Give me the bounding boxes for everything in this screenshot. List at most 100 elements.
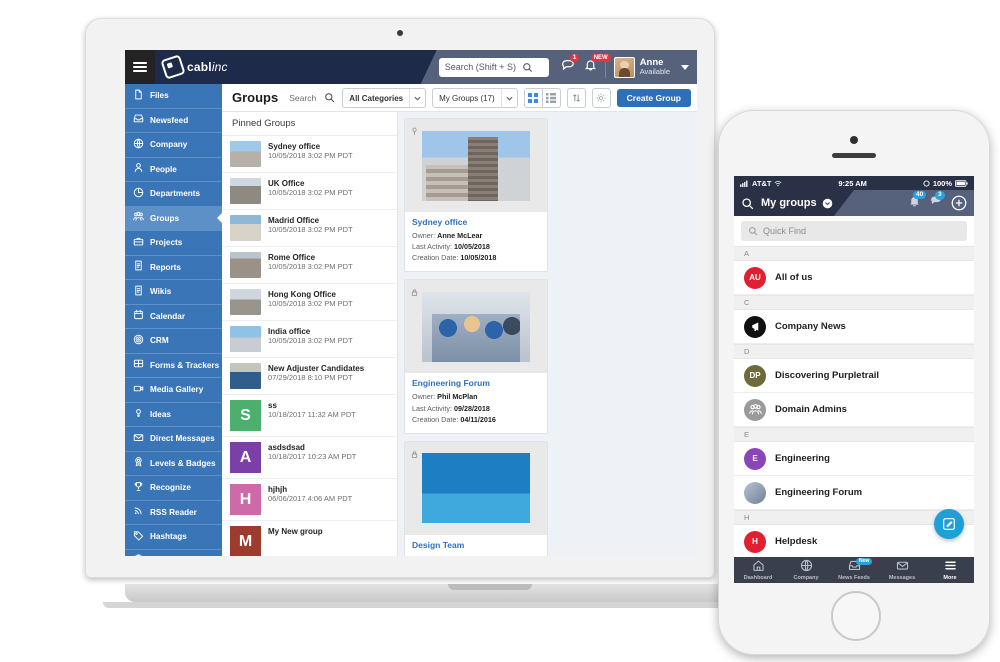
group-thumbnail — [230, 215, 261, 241]
pinned-group-item[interactable]: India office 10/05/2018 3:02 PM PDT — [222, 321, 397, 358]
phone-tab-dashboard[interactable]: Dashboard — [734, 557, 782, 583]
phone-group-item[interactable]: AU All of us — [734, 261, 974, 295]
sidebar-item-departments[interactable]: Departments — [125, 182, 222, 207]
phone-carrier-group: AT&T — [740, 179, 782, 188]
pinned-group-item[interactable]: New Adjuster Candidates 07/29/2018 8:10 P… — [222, 358, 397, 395]
sidebar-item-files[interactable]: Files — [125, 84, 222, 109]
search-icon[interactable] — [741, 197, 754, 210]
group-card[interactable]: Design TeamOwner: Lee DawsonLast Activit… — [404, 440, 548, 556]
group-card-title[interactable]: Design Team — [412, 540, 540, 550]
phone-notifications-button[interactable]: 40 — [908, 190, 927, 213]
group-thumbnail — [230, 289, 261, 315]
sidebar-item-crm[interactable]: CRM — [125, 329, 222, 354]
phone-tab-company[interactable]: Company — [782, 557, 830, 583]
group-card-image-area — [405, 119, 547, 212]
sidebar-item-label: Reports — [150, 262, 181, 272]
pinned-group-item[interactable]: Aasdsdsad 10/18/2017 10:23 AM PDT — [222, 437, 397, 479]
notifications-button[interactable]: NEW — [584, 53, 611, 77]
gear-icon[interactable] — [591, 88, 611, 108]
group-avatar-photo — [744, 481, 766, 504]
group-card[interactable]: Sydney office Owner: Anne McLear Last Acti… — [404, 118, 548, 273]
phone-group-item[interactable]: Company News — [734, 310, 974, 344]
user-menu[interactable]: Anne Available — [604, 56, 689, 78]
group-card-title[interactable]: Engineering Forum — [412, 378, 540, 388]
phone-group-name: Engineering — [775, 453, 830, 464]
badge-icon — [133, 454, 144, 472]
quick-find-input[interactable]: Quick Find — [741, 221, 967, 241]
sidebar-item-surveys[interactable]: Surveys — [125, 550, 222, 556]
pinned-group-item[interactable]: Hhjhjh 06/06/2017 4:06 AM PDT — [222, 479, 397, 521]
chevron-down-icon[interactable] — [681, 64, 689, 70]
sidebar-item-ideas[interactable]: Ideas — [125, 403, 222, 427]
group-filter-select[interactable]: My Groups (17) — [432, 88, 518, 108]
sidebar-item-forms-trackers[interactable]: Forms & Trackers — [125, 354, 222, 378]
sidebar-item-company[interactable]: Company — [125, 133, 222, 158]
content-search-label[interactable]: Search — [278, 93, 316, 103]
notification-icons: 1 NEW — [557, 53, 611, 77]
phone-group-item[interactable]: Engineering Forum — [734, 476, 974, 510]
sidebar-item-newsfeed[interactable]: Newsfeed — [125, 109, 222, 133]
plus-circle-icon[interactable] — [951, 195, 967, 211]
sort-arrows-icon[interactable] — [566, 88, 586, 108]
category-filter-select[interactable]: All Categories — [342, 88, 427, 108]
inbox-icon — [133, 111, 144, 129]
phone-group-item[interactable]: E Engineering — [734, 442, 974, 476]
people-group-icon — [133, 209, 144, 227]
group-card-title[interactable]: Sydney office — [412, 217, 540, 227]
sidebar-item-calendar[interactable]: Calendar — [125, 305, 222, 329]
signal-bars-icon — [740, 180, 748, 187]
lock-icon — [410, 446, 419, 464]
chevron-down-circle-icon[interactable] — [822, 198, 833, 209]
pinned-group-item[interactable]: UK Office 10/05/2018 3:02 PM PDT — [222, 173, 397, 210]
sidebar-item-rss-reader[interactable]: RSS Reader — [125, 501, 222, 525]
search-icon — [749, 227, 758, 236]
sidebar-item-label: Levels & Badges — [150, 458, 216, 468]
pinned-group-item[interactable]: M My New group — [222, 521, 397, 556]
messages-button[interactable]: 1 — [561, 53, 580, 77]
pie-chart-icon — [133, 185, 144, 203]
grid-view-icon[interactable] — [523, 88, 543, 108]
search-input[interactable]: Search (Shift + S) — [438, 57, 549, 77]
group-card-image — [422, 291, 530, 362]
hamburger-menu-icon[interactable] — [125, 50, 155, 84]
phone-tab-messages[interactable]: Messages — [878, 557, 926, 583]
pinned-group-name: Rome Office — [268, 253, 316, 262]
pinned-group-item[interactable]: Sss 10/18/2017 11:32 AM PDT — [222, 395, 397, 437]
pinned-group-item[interactable]: Hong Kong Office 10/05/2018 3:02 PM PDT — [222, 284, 397, 321]
pinned-group-name: UK Office — [268, 179, 305, 188]
sidebar-item-projects[interactable]: Projects — [125, 231, 222, 256]
phone-group-item[interactable]: Domain Admins — [734, 393, 974, 427]
topbar-right: Search (Shift + S) 1 NEW Anne Available — [420, 50, 697, 84]
create-group-button[interactable]: Create Group — [616, 89, 691, 107]
search-icon[interactable] — [324, 92, 335, 103]
phone-home-button[interactable] — [831, 591, 881, 641]
phone-tab-bar: Dashboard Company New News Feeds Messages Mor… — [734, 557, 974, 583]
brand-logo[interactable]: cablinc — [155, 54, 228, 80]
sidebar-item-reports[interactable]: Reports — [125, 256, 222, 280]
sidebar-item-recognize[interactable]: Recognize — [125, 476, 222, 501]
phone-section-letter: C — [734, 295, 974, 310]
pinned-group-item[interactable]: Madrid Office 10/05/2018 3:02 PM PDT — [222, 210, 397, 247]
pinned-groups-panel: Pinned Groups Sydney office 10/05/2018 3:… — [222, 112, 398, 556]
phone-messages-button[interactable]: 3 — [929, 191, 945, 212]
sidebar-item-people[interactable]: People — [125, 158, 222, 182]
sidebar-item-levels-badges[interactable]: Levels & Badges — [125, 452, 222, 476]
phone-tab-news-feeds[interactable]: New News Feeds — [830, 557, 878, 583]
category-filter-value: All Categories — [349, 93, 404, 103]
sidebar-item-wikis[interactable]: Wikis — [125, 280, 222, 305]
pinned-group-item[interactable]: Sydney office 10/05/2018 3:02 PM PDT — [222, 136, 397, 173]
video-camera-icon — [133, 381, 144, 399]
compose-pencil-icon[interactable] — [934, 509, 964, 539]
sidebar-item-direct-messages[interactable]: Direct Messages — [125, 427, 222, 452]
list-view-icon[interactable] — [542, 88, 561, 108]
sidebar-item-groups[interactable]: Groups — [125, 206, 222, 231]
phone-group-item[interactable]: DP Discovering Purpletrail — [734, 359, 974, 393]
pinned-group-item[interactable]: Rome Office 10/05/2018 3:02 PM PDT — [222, 247, 397, 284]
sidebar-item-media-gallery[interactable]: Media Gallery — [125, 378, 222, 403]
phone-tab-more[interactable]: More — [926, 557, 974, 583]
phone-tab-label: More — [943, 575, 957, 581]
group-card[interactable]: Engineering Forum Owner: Phil McPlan Last … — [404, 279, 548, 434]
pinned-group-name: ss — [268, 401, 277, 410]
group-thumbnail — [230, 363, 261, 389]
sidebar-item-hashtags[interactable]: Hashtags — [125, 525, 222, 550]
